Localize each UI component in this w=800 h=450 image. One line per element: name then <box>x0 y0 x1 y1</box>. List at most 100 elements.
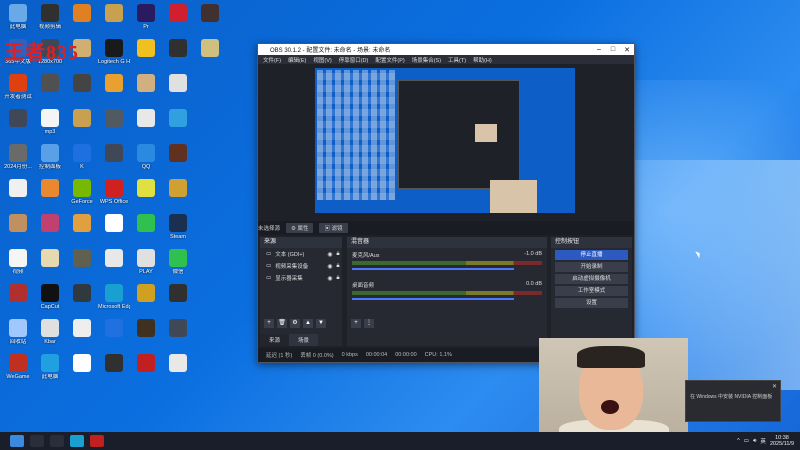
maximize-button[interactable]: □ <box>606 46 620 53</box>
desktop-icon[interactable] <box>162 4 194 24</box>
desktop-icon[interactable] <box>162 109 194 129</box>
desktop-icon[interactable]: Pr <box>130 4 162 30</box>
add-source-button[interactable]: + <box>264 319 274 328</box>
desktop-icon[interactable] <box>66 319 98 339</box>
desktop-icon[interactable] <box>66 214 98 234</box>
lock-icon[interactable]: 🔒︎ <box>334 251 342 258</box>
desktop-icon[interactable]: Steam <box>162 214 194 240</box>
desktop-icon[interactable] <box>66 4 98 24</box>
menu-profile[interactable]: 配置文件(P) <box>375 56 404 64</box>
desktop-icon[interactable] <box>34 74 66 94</box>
desktop-icon[interactable]: Kbar <box>34 319 66 345</box>
desktop-icon[interactable] <box>130 354 162 374</box>
source-settings-button[interactable]: ⚙ <box>290 319 300 328</box>
settings-button[interactable]: 设置 <box>555 298 628 308</box>
desktop-icon[interactable] <box>130 214 162 234</box>
obs-icon[interactable] <box>90 435 104 447</box>
desktop-icon[interactable] <box>98 214 130 234</box>
desktop-icon[interactable] <box>66 354 98 374</box>
desktop-icon[interactable] <box>130 284 162 304</box>
properties-button[interactable]: ⚙ 属性 <box>286 223 314 233</box>
desktop-icon[interactable]: 开发者测试 <box>2 74 34 100</box>
minimize-button[interactable]: – <box>592 46 606 53</box>
desktop-icon[interactable] <box>2 109 34 129</box>
menu-edit[interactable]: 编辑(E) <box>288 56 306 64</box>
desktop-icon[interactable] <box>66 249 98 269</box>
eye-icon[interactable]: ◉ <box>326 263 334 270</box>
clock[interactable]: 10:38 2025/11/9 <box>770 435 794 447</box>
desktop-icon[interactable]: 回收站 <box>2 319 34 345</box>
desktop-icon[interactable]: QQ <box>130 144 162 170</box>
mixer-add-button[interactable]: + <box>351 319 361 328</box>
desktop-icon[interactable]: 视频剪辑 <box>34 4 66 30</box>
desktop-icon[interactable] <box>66 109 98 129</box>
edge-icon[interactable] <box>70 435 84 447</box>
desktop-icon[interactable] <box>2 179 34 199</box>
chevron-up-icon[interactable]: ^ <box>737 438 740 444</box>
stop-streaming-button[interactable]: 停止直播 <box>555 250 628 260</box>
eye-icon[interactable]: ◉ <box>326 275 334 282</box>
desktop-icon[interactable] <box>130 109 162 129</box>
desktop-icon[interactable]: GeForce <box>66 179 98 205</box>
desktop-icon[interactable] <box>66 284 98 304</box>
desktop-icon[interactable] <box>162 144 194 164</box>
input-language[interactable]: 英 <box>760 437 766 445</box>
studio-mode-button[interactable]: 工作室模式 <box>555 286 628 296</box>
desktop-icon[interactable] <box>130 39 162 59</box>
desktop-icon[interactable] <box>98 109 130 129</box>
desktop-icon[interactable]: 此电脑 <box>34 354 66 380</box>
desktop-icon[interactable] <box>34 214 66 234</box>
volume-slider[interactable] <box>352 268 514 270</box>
network-icon[interactable]: ▭ <box>744 438 749 444</box>
menu-docks[interactable]: 停靠窗口(D) <box>339 56 369 64</box>
desktop-icon[interactable] <box>194 4 226 24</box>
desktop-icon[interactable] <box>34 179 66 199</box>
desktop-icon[interactable]: Microsoft Edge <box>98 284 130 310</box>
task-view-icon[interactable] <box>50 435 64 447</box>
mixer-menu-button[interactable]: ⋮ <box>364 319 374 328</box>
desktop-icon[interactable] <box>2 214 34 234</box>
menu-file[interactable]: 文件(F) <box>263 56 281 64</box>
obs-window[interactable]: OBS 30.1.2 - 配置文件: 未命名 - 场景: 未命名 – □ ✕ 文… <box>257 43 635 363</box>
desktop-icon[interactable]: 此电脑 <box>2 4 34 30</box>
close-icon[interactable]: ✕ <box>772 383 777 390</box>
start-recording-button[interactable]: 开始录制 <box>555 262 628 272</box>
desktop-icon[interactable] <box>98 4 130 24</box>
desktop-icon[interactable] <box>130 179 162 199</box>
tab-scenes[interactable]: 场景 <box>289 334 319 346</box>
desktop-icon[interactable]: Logitech G HUB <box>98 39 130 65</box>
desktop-icon[interactable] <box>66 74 98 94</box>
volume-slider[interactable] <box>352 298 514 300</box>
menu-view[interactable]: 视图(V) <box>313 56 331 64</box>
search-icon[interactable] <box>30 435 44 447</box>
desktop-icon[interactable] <box>98 354 130 374</box>
desktop-icon[interactable] <box>162 354 194 374</box>
desktop-icon[interactable] <box>130 74 162 94</box>
obs-titlebar[interactable]: OBS 30.1.2 - 配置文件: 未命名 - 场景: 未命名 – □ ✕ <box>258 44 634 55</box>
desktop-icon[interactable] <box>2 284 34 304</box>
desktop-icon[interactable]: 视频 <box>2 249 34 275</box>
desktop-icon[interactable]: CapCut <box>34 284 66 310</box>
menu-help[interactable]: 帮助(H) <box>473 56 492 64</box>
desktop-icon[interactable]: 控制面板 <box>34 144 66 170</box>
desktop-icon[interactable] <box>34 249 66 269</box>
notification-toast[interactable]: 在 Windows 中安装 NVIDIA 控制面板 ✕ <box>685 380 781 422</box>
volume-icon[interactable]: 🔊︎ <box>753 438 756 445</box>
windows-icon[interactable] <box>10 435 24 447</box>
desktop-icon[interactable]: 微信 <box>162 249 194 275</box>
desktop-icon[interactable]: WeGame <box>2 354 34 380</box>
close-button[interactable]: ✕ <box>620 46 634 54</box>
desktop-icon[interactable] <box>98 74 130 94</box>
desktop-icon[interactable]: K <box>66 144 98 170</box>
desktop-icon[interactable] <box>98 249 130 269</box>
desktop-icon[interactable] <box>162 39 194 59</box>
desktop-icon[interactable] <box>162 179 194 199</box>
menu-scene-collection[interactable]: 场景集合(S) <box>412 56 441 64</box>
lock-icon[interactable]: 🔒︎ <box>334 263 342 270</box>
source-item[interactable]: ▭ 显示器采集 ◉ 🔒︎ <box>260 272 342 284</box>
remove-source-button[interactable]: 🗑︎ <box>277 319 287 328</box>
menu-tools[interactable]: 工具(T) <box>448 56 466 64</box>
lock-icon[interactable]: 🔒︎ <box>334 275 342 282</box>
desktop-icon[interactable] <box>162 74 194 94</box>
desktop-icon[interactable]: 2024月份... <box>2 144 34 170</box>
